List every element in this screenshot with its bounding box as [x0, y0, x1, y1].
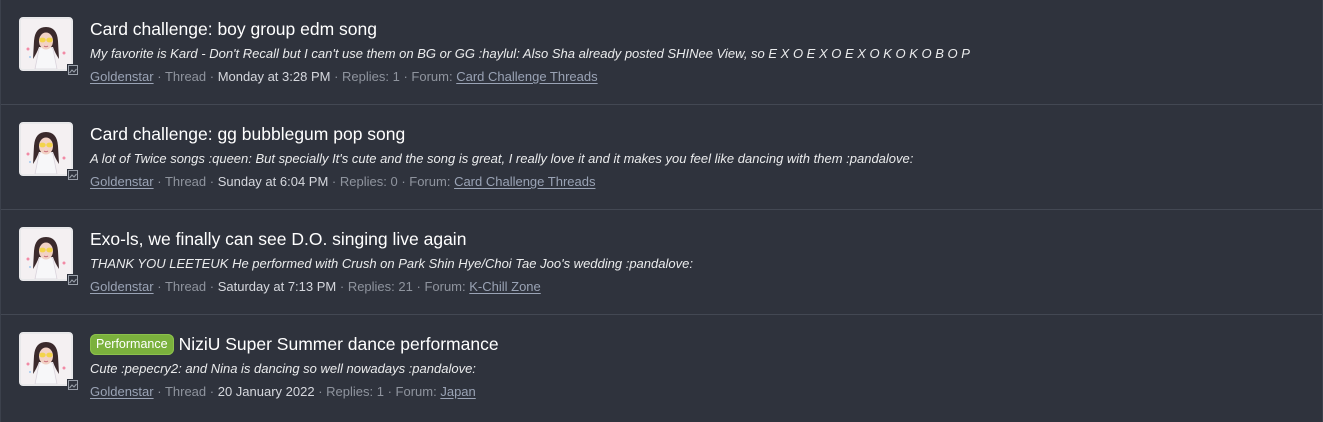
- forum-label: Forum:: [409, 174, 451, 189]
- thread-title-line: Exo-ls, we finally can see D.O. singing …: [90, 227, 1302, 251]
- avatar-image: [21, 124, 71, 174]
- list-item: Performance NiziU Super Summer dance per…: [1, 315, 1322, 422]
- avatar-image: [21, 229, 71, 279]
- author-link[interactable]: Goldenstar: [90, 279, 154, 294]
- author-link[interactable]: Goldenstar: [90, 384, 154, 399]
- thread-title-link[interactable]: NiziU Super Summer dance performance: [179, 334, 499, 355]
- list-item: Exo-ls, we finally can see D.O. singing …: [1, 210, 1322, 315]
- replies-count: Replies: 1: [342, 69, 400, 84]
- avatar-image: [21, 334, 71, 384]
- forum-link[interactable]: Japan: [440, 384, 475, 399]
- post-time: Sunday at 6:04 PM: [217, 174, 329, 189]
- avatar[interactable]: [19, 227, 73, 281]
- avatar[interactable]: [19, 122, 73, 176]
- avatar[interactable]: [19, 332, 73, 386]
- thread-title-line: Card challenge: gg bubblegum pop song: [90, 122, 1302, 146]
- list-item: Card challenge: gg bubblegum pop song A …: [1, 105, 1322, 210]
- prefix-badge[interactable]: Performance: [90, 333, 174, 355]
- gallery-icon: [67, 379, 79, 391]
- forum-label: Forum:: [424, 279, 466, 294]
- thread-title-line: Card challenge: boy group edm song: [90, 17, 1302, 41]
- gallery-icon: [67, 274, 79, 286]
- gallery-icon: [67, 64, 79, 76]
- gallery-icon: [67, 169, 79, 181]
- forum-link[interactable]: Card Challenge Threads: [454, 174, 595, 189]
- avatar-image: [21, 19, 71, 69]
- thread-content: Performance NiziU Super Summer dance per…: [90, 332, 1302, 401]
- thread-title-line: Performance NiziU Super Summer dance per…: [90, 332, 1302, 356]
- thread-title-link[interactable]: Card challenge: gg bubblegum pop song: [90, 124, 405, 145]
- thread-snippet: THANK YOU LEETEUK He performed with Crus…: [90, 256, 693, 271]
- thread-snippet: Cute :pepecry2: and Nina is dancing so w…: [90, 361, 476, 376]
- thread-snippet: My favorite is Kard - Don't Recall but I…: [90, 46, 970, 61]
- forum-link[interactable]: Card Challenge Threads: [456, 69, 597, 84]
- thread-content: Card challenge: boy group edm song My fa…: [90, 17, 1302, 86]
- forum-label: Forum:: [395, 384, 437, 399]
- content-type: Thread: [164, 384, 207, 399]
- post-time: Monday at 3:28 PM: [217, 69, 331, 84]
- author-link[interactable]: Goldenstar: [90, 174, 154, 189]
- thread-title-link[interactable]: Card challenge: boy group edm song: [90, 19, 377, 40]
- thread-meta: Goldenstar · Thread · 20 January 2022 · …: [90, 384, 476, 399]
- replies-count: Replies: 1: [326, 384, 384, 399]
- content-type: Thread: [164, 69, 207, 84]
- content-type: Thread: [164, 174, 207, 189]
- post-time: Saturday at 7:13 PM: [217, 279, 337, 294]
- search-results-list: Card challenge: boy group edm song My fa…: [0, 0, 1323, 422]
- forum-link[interactable]: K-Chill Zone: [469, 279, 541, 294]
- thread-meta: Goldenstar · Thread · Saturday at 7:13 P…: [90, 279, 541, 294]
- thread-content: Exo-ls, we finally can see D.O. singing …: [90, 227, 1302, 296]
- thread-content: Card challenge: gg bubblegum pop song A …: [90, 122, 1302, 191]
- thread-meta: Goldenstar · Thread · Sunday at 6:04 PM …: [90, 174, 596, 189]
- replies-count: Replies: 0: [339, 174, 398, 189]
- author-link[interactable]: Goldenstar: [90, 69, 154, 84]
- thread-title-link[interactable]: Exo-ls, we finally can see D.O. singing …: [90, 229, 466, 250]
- avatar[interactable]: [19, 17, 73, 71]
- forum-label: Forum:: [411, 69, 453, 84]
- list-item: Card challenge: boy group edm song My fa…: [1, 0, 1322, 105]
- thread-snippet: A lot of Twice songs :queen: But special…: [90, 151, 914, 166]
- thread-meta: Goldenstar · Thread · Monday at 3:28 PM …: [90, 69, 598, 84]
- replies-count: Replies: 21: [347, 279, 413, 294]
- content-type: Thread: [164, 279, 207, 294]
- post-time: 20 January 2022: [217, 384, 315, 399]
